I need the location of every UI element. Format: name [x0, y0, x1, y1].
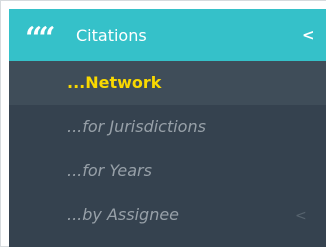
- submenu-item-label: ...for Years: [67, 161, 152, 180]
- submenu-item-label: ...for Jurisdictions: [67, 117, 206, 136]
- citations-menu-header[interactable]: ““ Citations <: [9, 9, 326, 61]
- quote-icon: ““: [25, 21, 55, 56]
- chevron-left-icon[interactable]: <: [302, 26, 315, 44]
- submenu-item-jurisdictions[interactable]: ...for Jurisdictions: [9, 105, 326, 149]
- citations-label: Citations: [76, 26, 147, 45]
- submenu-item-label: ...Network: [67, 73, 162, 92]
- submenu-item-assignee[interactable]: ...by Assignee <: [9, 193, 326, 237]
- citations-submenu: ...Network ...for Jurisdictions ...for Y…: [9, 61, 326, 247]
- submenu-item-network[interactable]: ...Network: [9, 61, 326, 105]
- chevron-left-icon: <: [295, 208, 307, 224]
- sidebar-menu: ““ Citations < ...Network ...for Jurisdi…: [0, 0, 326, 247]
- submenu-item-years[interactable]: ...for Years: [9, 149, 326, 193]
- submenu-item-label: ...by Assignee: [67, 205, 180, 224]
